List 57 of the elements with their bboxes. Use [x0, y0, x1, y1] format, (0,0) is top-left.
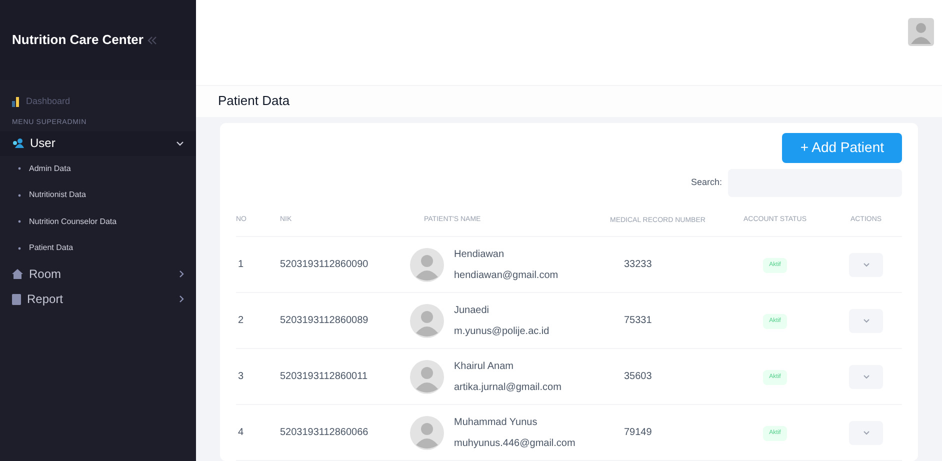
bar-chart-icon — [12, 97, 20, 107]
patient-email: hendiawan@gmail.com — [454, 268, 558, 282]
actions-dropdown[interactable] — [849, 420, 883, 444]
patient-name: Muhammad Yunus — [454, 416, 538, 430]
collapse-icon[interactable] — [147, 36, 158, 44]
chevron-down-icon — [862, 318, 870, 322]
record-number: 33233 — [624, 259, 652, 270]
record-number: 75331 — [624, 315, 652, 326]
avatar-icon — [410, 248, 444, 282]
chevron-down-icon — [176, 140, 184, 146]
avatar-icon — [410, 416, 444, 450]
submenu-item[interactable]: Admin Data — [0, 156, 196, 182]
actions-dropdown[interactable] — [849, 252, 883, 276]
users-icon — [12, 138, 24, 148]
submenu-item[interactable]: Nutritionist Data — [0, 182, 196, 208]
record-number: 79149 — [624, 427, 652, 438]
bullet-icon — [18, 246, 21, 250]
search-label: Search: — [690, 176, 722, 189]
bullet-icon — [18, 220, 21, 224]
chevron-down-icon — [862, 430, 870, 434]
patient-name: Khairul Anam — [454, 360, 514, 374]
actions-dropdown[interactable] — [849, 364, 883, 388]
chevron-down-icon — [862, 374, 870, 378]
page-title: Patient Data — [218, 92, 290, 110]
chevron-right-icon — [179, 270, 184, 278]
patient-name: Junaedi — [454, 304, 490, 318]
sidebar-item[interactable]: Room — [0, 262, 196, 286]
row-number: 3 — [238, 371, 244, 382]
chevron-right-icon — [179, 295, 184, 303]
sidebar-item[interactable]: Report — [0, 286, 196, 312]
patient-email: m.yunus@polije.ac.id — [454, 324, 550, 338]
avatar-icon[interactable] — [908, 18, 934, 46]
sidebar-item[interactable]: User — [0, 130, 196, 156]
avatar-icon — [410, 304, 444, 338]
bullet-icon — [18, 167, 21, 170]
nik-cell: 5203193112860090 — [280, 259, 368, 270]
submenu-item[interactable]: Nutrition Counselor Data — [0, 208, 196, 235]
bullet-icon — [18, 194, 21, 197]
nik-cell: 5203193112860089 — [280, 315, 368, 326]
patient-email: artika.jurnal@gmail.com — [454, 380, 562, 394]
house-icon — [12, 269, 23, 279]
app-title: Nutrition Care Center — [12, 31, 144, 50]
submenu-item[interactable]: Patient Data — [0, 235, 196, 262]
add-patient-button[interactable]: + Add Patient — [782, 132, 902, 162]
patient-name: Hendiawan — [454, 248, 506, 262]
document-icon — [12, 294, 21, 304]
actions-dropdown[interactable] — [849, 308, 883, 332]
chevron-down-icon — [862, 262, 870, 266]
row-number: 2 — [238, 315, 244, 326]
sidebar-item[interactable]: Dashboard — [0, 88, 196, 116]
nik-cell: 5203193112860011 — [280, 371, 368, 382]
row-number: 4 — [238, 427, 244, 438]
patient-email: muhyunus.446@gmail.com — [454, 436, 576, 450]
record-number: 35603 — [624, 371, 652, 382]
nik-cell: 5203193112860066 — [280, 427, 368, 438]
avatar-icon — [410, 360, 444, 394]
row-number: 1 — [238, 259, 244, 270]
